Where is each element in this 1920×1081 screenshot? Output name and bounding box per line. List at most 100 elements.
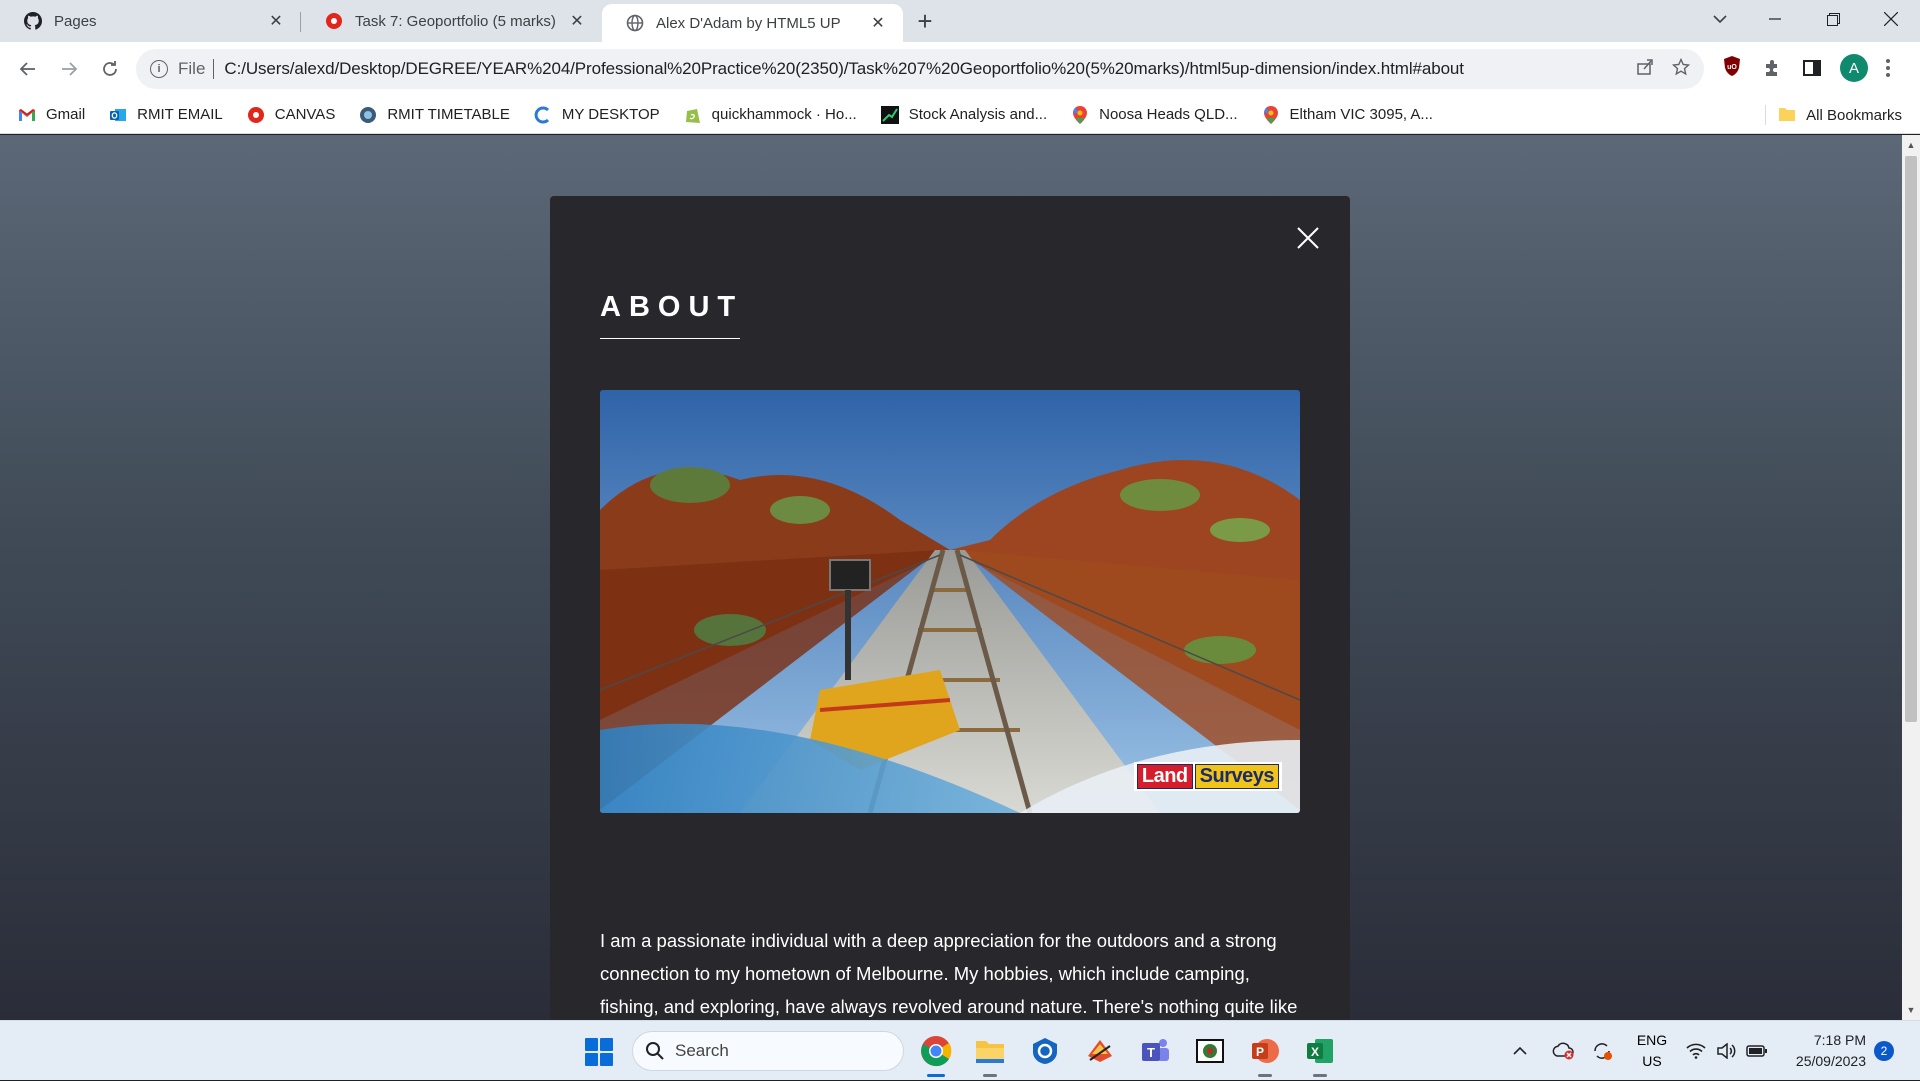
bookmark-stock-analysis[interactable]: Stock Analysis and...	[880, 105, 1048, 124]
restore-button[interactable]	[1804, 0, 1862, 38]
scroll-up-arrow[interactable]: ▲	[1902, 137, 1920, 153]
bookmark-rmit-email[interactable]: RMIT EMAIL	[109, 106, 223, 124]
bookmark-canvas[interactable]: CANVAS	[247, 106, 336, 124]
bookmark-rmit-timetable[interactable]: RMIT TIMETABLE	[359, 106, 510, 124]
canvas-icon	[247, 106, 265, 124]
teams-taskbar-icon[interactable]: T	[1137, 1033, 1173, 1069]
tab-label: Alex D'Adam by HTML5 UP	[656, 14, 841, 32]
divider	[1765, 105, 1767, 125]
bookmark-label: Noosa Heads QLD...	[1099, 106, 1238, 123]
bookmark-gmail[interactable]: Gmail	[18, 106, 85, 124]
tab-pages[interactable]: Pages ✕	[0, 0, 301, 42]
tab-search-chevron-icon[interactable]	[1700, 0, 1740, 38]
bookmark-label: RMIT TIMETABLE	[387, 106, 510, 123]
about-article: ABOUT Land Surveys I am a passionate ind…	[550, 196, 1350, 1020]
ublock-icon[interactable]: uO	[1722, 55, 1742, 77]
page-title: ABOUT	[600, 291, 744, 323]
all-bookmarks-label: All Bookmarks	[1806, 106, 1902, 124]
new-tab-button[interactable]: +	[903, 0, 947, 42]
tab-strip: Pages ✕ Task 7: Geoportfolio (5 marks) ✕…	[0, 0, 1920, 42]
svg-text:T: T	[1147, 1045, 1155, 1060]
minimize-button[interactable]	[1746, 0, 1804, 38]
scroll-down-arrow[interactable]: ▼	[1902, 1002, 1920, 1018]
url-text[interactable]: C:/Users/alexd/Desktop/DEGREE/YEAR%204/P…	[224, 59, 1636, 79]
search-icon	[645, 1041, 665, 1061]
bookmark-label: MY DESKTOP	[561, 106, 660, 123]
close-icon[interactable]	[1292, 222, 1324, 254]
side-panel-icon[interactable]	[1802, 58, 1822, 78]
sync-icon[interactable]	[1591, 1021, 1613, 1081]
powerpoint-taskbar-icon[interactable]: P	[1247, 1033, 1283, 1077]
battery-icon[interactable]	[1746, 1021, 1768, 1081]
start-button[interactable]	[585, 1038, 613, 1066]
page-viewport: ABOUT Land Surveys I am a passionate ind…	[0, 135, 1902, 1020]
chrome-taskbar-icon[interactable]	[918, 1033, 954, 1077]
excel-taskbar-icon[interactable]: X	[1302, 1033, 1338, 1077]
volume-icon[interactable]	[1716, 1021, 1736, 1081]
windows-taskbar: Search T P X ENG US 7:18 PM 25/09/2023 2	[0, 1020, 1920, 1080]
search-placeholder: Search	[675, 1041, 729, 1060]
divider	[213, 59, 215, 79]
info-icon[interactable]: i	[150, 60, 168, 78]
file-explorer-taskbar-icon[interactable]	[972, 1033, 1008, 1077]
bookmark-label: RMIT EMAIL	[137, 106, 223, 123]
share-icon[interactable]	[1636, 58, 1654, 81]
notification-badge[interactable]: 2	[1874, 1041, 1894, 1061]
onedrive-error-icon[interactable]	[1551, 1021, 1575, 1081]
bookmark-quickhammock[interactable]: quickhammock · Ho...	[684, 106, 857, 124]
svg-text:P: P	[1256, 1045, 1264, 1059]
outlook-icon	[109, 106, 127, 124]
system-clock[interactable]: 7:18 PM 25/09/2023	[1786, 1030, 1866, 1072]
stock-icon	[880, 105, 899, 124]
bookmark-eltham[interactable]: Eltham VIC 3095, A...	[1262, 105, 1433, 124]
active-indicator	[927, 1074, 945, 1077]
wifi-icon[interactable]	[1686, 1021, 1706, 1081]
forward-button[interactable]	[49, 49, 89, 89]
close-icon[interactable]: ✕	[265, 10, 287, 32]
tab-label: Task 7: Geoportfolio (5 marks)	[355, 12, 556, 30]
bookmarks-bar: Gmail RMIT EMAIL CANVAS RMIT TIMETABLE M…	[0, 96, 1920, 134]
snipping-tool-taskbar-icon[interactable]	[1082, 1033, 1118, 1069]
globe-icon	[626, 14, 644, 32]
menu-kebab-icon[interactable]	[1885, 58, 1891, 78]
camera-app-taskbar-icon[interactable]	[1192, 1033, 1228, 1069]
close-icon[interactable]: ✕	[566, 10, 588, 32]
bookmark-label: quickhammock · Ho...	[711, 106, 857, 123]
shopify-icon	[684, 106, 702, 124]
open-indicator	[1258, 1074, 1272, 1077]
timetable-icon	[359, 106, 377, 124]
taskbar-search[interactable]: Search	[632, 1031, 904, 1071]
show-hidden-icons[interactable]	[1513, 1021, 1527, 1081]
svg-text:X: X	[1311, 1045, 1319, 1059]
address-bar[interactable]: i File C:/Users/alexd/Desktop/DEGREE/YEA…	[136, 49, 1704, 89]
bookmark-label: CANVAS	[274, 106, 336, 123]
railway-survey-image: Land Surveys	[600, 390, 1300, 813]
bookmark-my-desktop[interactable]: MY DESKTOP	[534, 106, 660, 124]
close-icon[interactable]: ✕	[867, 12, 889, 34]
tab-label: Pages	[54, 12, 97, 30]
clock-date: 25/09/2023	[1795, 1053, 1866, 1069]
back-button[interactable]	[8, 49, 48, 89]
bookmark-star-icon[interactable]	[1671, 57, 1691, 81]
folder-icon	[1778, 106, 1796, 124]
keyboard-layout: US	[1642, 1053, 1662, 1069]
svg-text:uO: uO	[1727, 64, 1737, 71]
bookmark-label: Stock Analysis and...	[908, 106, 1048, 123]
scrollbar-thumb[interactable]	[1905, 156, 1917, 722]
extensions-icon[interactable]	[1762, 58, 1782, 78]
bookmark-label: Gmail	[46, 106, 86, 123]
bookmark-noosa-heads[interactable]: Noosa Heads QLD...	[1071, 105, 1238, 124]
tab-alex-dadam[interactable]: Alex D'Adam by HTML5 UP ✕	[602, 4, 903, 42]
close-window-button[interactable]	[1862, 0, 1920, 38]
maps-pin-icon	[1071, 105, 1089, 124]
profile-avatar[interactable]: A	[1840, 54, 1868, 82]
language-code: ENG	[1636, 1032, 1668, 1048]
security-app-taskbar-icon[interactable]	[1027, 1033, 1063, 1069]
tab-task7[interactable]: Task 7: Geoportfolio (5 marks) ✕	[301, 0, 602, 42]
land-surveys-logo: Land Surveys	[1133, 762, 1282, 791]
about-paragraph: I am a passionate individual with a deep…	[600, 930, 1298, 1017]
reload-button[interactable]	[90, 49, 130, 89]
page-scrollbar[interactable]: ▲ ▼	[1902, 135, 1920, 1020]
all-bookmarks-button[interactable]: All Bookmarks	[1765, 96, 1902, 134]
language-indicator[interactable]: ENG US	[1636, 1030, 1668, 1072]
